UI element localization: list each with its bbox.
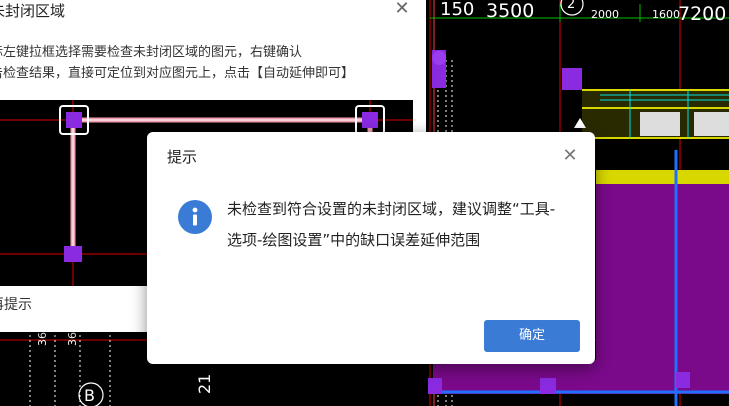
dimension-text: 2000 <box>591 8 619 21</box>
grid-bubble-label: B <box>84 386 95 405</box>
column-node[interactable] <box>64 246 82 262</box>
dialog-title: 未封闭区域 <box>0 2 66 20</box>
dimension-text: 21 <box>195 374 214 394</box>
close-icon[interactable]: ✕ <box>559 145 581 167</box>
column-node <box>432 51 446 65</box>
dimension-text: 36 <box>66 332 79 346</box>
column-node[interactable] <box>428 378 442 394</box>
column-node[interactable] <box>362 112 378 128</box>
floor-region[interactable] <box>434 360 596 394</box>
dimension-text: 36 <box>36 332 49 346</box>
dimension-text: 3500 <box>486 0 534 22</box>
close-icon[interactable]: ✕ <box>392 0 412 19</box>
column-node[interactable] <box>66 112 82 128</box>
beam-yellow <box>596 170 729 184</box>
dialog-title: 提示 <box>167 148 198 166</box>
prompt-dialog: 提示 ✕ 未检查到符合设置的未封闭区域，建议调整“工具-选项-绘图设置”中的缺口… <box>147 132 595 364</box>
no-show-again-label[interactable]: 再提示 <box>0 294 32 314</box>
column-node[interactable] <box>676 372 690 388</box>
description-line: 击检查结果，直接可定位到对应图元上，点击【自动延伸即可】 <box>0 66 355 81</box>
floor-region[interactable] <box>596 184 729 394</box>
dimension-text: 150 <box>440 0 474 20</box>
description-line: 标左键拉框选择需要检查未封闭区域的图元，右键确认 <box>0 45 303 60</box>
ok-button[interactable]: 确定 <box>484 320 580 352</box>
hatch-block <box>640 112 680 136</box>
column-node[interactable] <box>562 68 582 90</box>
dialog-description: 标左键拉框选择需要检查未封闭区域的图元，右键确认 击检查结果，直接可定位到对应图… <box>0 42 420 84</box>
column-node[interactable] <box>540 378 556 394</box>
info-glyph <box>192 207 198 226</box>
info-icon <box>178 200 212 234</box>
grid-bubble-label: 2 <box>567 0 575 12</box>
dialog-message: 未检查到符合设置的未封闭区域，建议调整“工具-选项-绘图设置”中的缺口误差延伸范… <box>227 200 556 249</box>
hatch-block <box>694 112 729 136</box>
dimension-text: 7200 <box>678 3 726 25</box>
dimension-text: 1600 <box>652 8 680 21</box>
